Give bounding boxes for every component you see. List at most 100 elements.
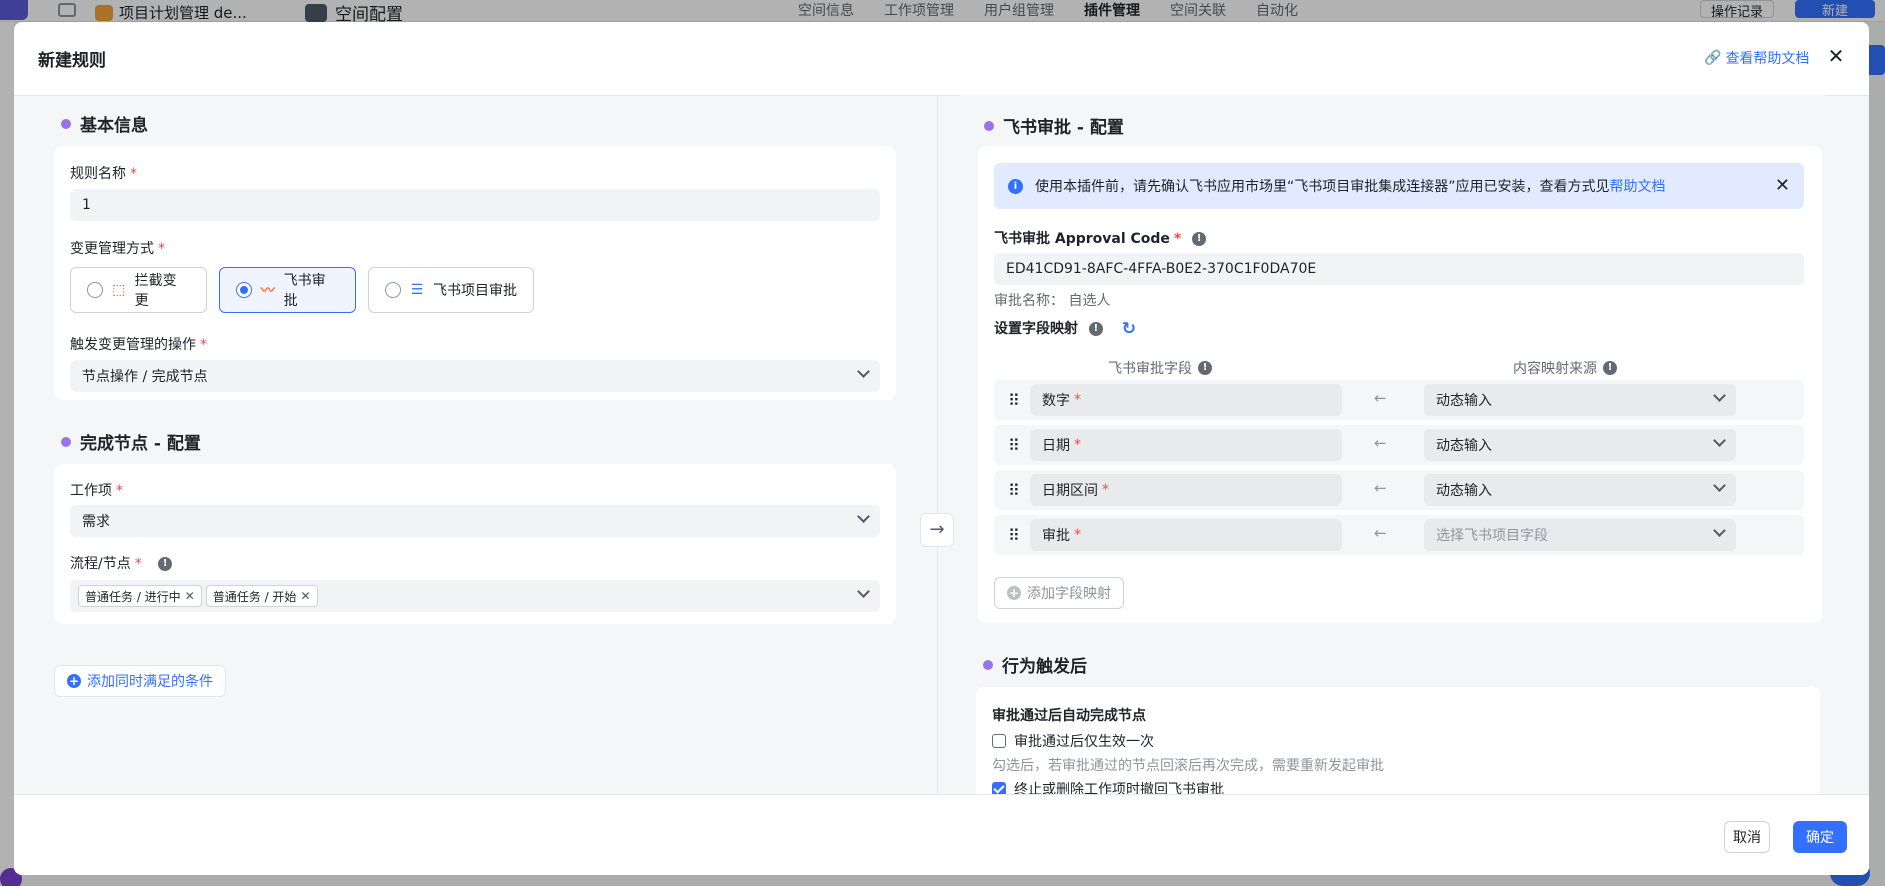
- option-feishu-project-approval[interactable]: ☰ 飞书项目审批: [368, 267, 534, 313]
- approval-code-input[interactable]: ED41CD91-8AFC-4FFA-B0E2-370C1F0DA70E: [994, 253, 1804, 285]
- intercept-icon: ⬚: [112, 282, 126, 298]
- mapping-source-select[interactable]: 选择飞书项目字段: [1424, 519, 1736, 551]
- feishu-approval-config-panel: 飞书审批 - 配置 i 使用本插件前，请先确认飞书应用市场里“飞书项目审批集成连…: [959, 95, 1826, 641]
- arrow-left-icon: ←: [1374, 479, 1387, 497]
- option-intercept-change[interactable]: ⬚ 拦截变更: [70, 267, 207, 313]
- section-after-trigger: 行为触发后: [983, 652, 1087, 677]
- mapping-source-select[interactable]: 动态输入: [1424, 429, 1736, 461]
- section-dot-icon: [61, 436, 71, 447]
- info-icon[interactable]: !: [1603, 361, 1617, 375]
- flow-tag: 普通任务 / 进行中 ✕: [78, 585, 202, 607]
- chevron-down-icon: [1713, 479, 1726, 492]
- basic-info-card: 规则名称* 1 变更管理方式* ⬚ 拦截变更 〰 飞书审批 ☰ 飞书项目审批: [54, 146, 896, 400]
- mapping-row: ⠿ 日期 * ← 动态输入: [994, 425, 1804, 465]
- complete-node-card: 工作项 * 需求 流程/节点 * ! 普通任务 / 进行中 ✕ 普通任务 / 开始 ✕: [54, 464, 896, 624]
- section-title: 飞书审批 - 配置: [1003, 118, 1124, 138]
- cancel-button[interactable]: 取消: [1724, 821, 1770, 853]
- refresh-icon[interactable]: ↻: [1122, 319, 1136, 339]
- arrow-left-icon: ←: [1374, 524, 1387, 542]
- trigger-select[interactable]: 节点操作 / 完成节点: [70, 360, 880, 392]
- help-doc-link-text: 查看帮助文档: [1725, 51, 1810, 67]
- chevron-down-icon: [857, 510, 870, 523]
- section-title: 基本信息: [80, 116, 148, 136]
- remove-tag-icon[interactable]: ✕: [185, 589, 195, 603]
- add-field-mapping-button[interactable]: + 添加字段映射: [994, 577, 1124, 609]
- chevron-down-icon: [1713, 524, 1726, 537]
- notice-text: 使用本插件前，请先确认飞书应用市场里“飞书项目审批集成连接器”应用已安装，查看方…: [1035, 179, 1610, 195]
- change-mode-options: ⬚ 拦截变更 〰 飞书审批 ☰ 飞书项目审批: [70, 267, 880, 313]
- radio-icon: [385, 282, 401, 298]
- section-basic-info: 基本信息: [61, 111, 148, 136]
- column-divider: [937, 96, 938, 794]
- section-title: 行为触发后: [1002, 657, 1087, 677]
- mapping-field: 日期区间 *: [1030, 474, 1342, 506]
- checkbox[interactable]: [992, 734, 1006, 748]
- chevron-down-icon: [1713, 434, 1726, 447]
- modal-title: 新建规则: [38, 51, 106, 71]
- info-icon[interactable]: !: [1192, 232, 1207, 246]
- mapping-field: 审批 *: [1030, 519, 1342, 551]
- approval-code-label: 飞书审批 Approval Code * !: [994, 228, 1207, 248]
- modal-footer: 取消 确定: [14, 794, 1869, 875]
- modal-header: 新建规则 🔗 查看帮助文档 ✕: [14, 22, 1869, 95]
- link-icon: 🔗: [1704, 50, 1722, 66]
- rule-name-label: 规则名称 *: [70, 166, 137, 182]
- only-once-hint: 勾选后，若审批通过的节点回滚后再次完成，需要重新发起审批: [992, 758, 1384, 774]
- section-feishu-config: 飞书审批 - 配置: [984, 113, 1124, 138]
- flow-node-select[interactable]: 普通任务 / 进行中 ✕ 普通任务 / 开始 ✕: [70, 580, 880, 612]
- chevron-down-icon: [857, 585, 870, 598]
- only-once-option[interactable]: 审批通过后仅生效一次: [992, 731, 1154, 751]
- drag-handle-icon[interactable]: ⠿: [1008, 481, 1020, 500]
- info-icon[interactable]: !: [1088, 322, 1103, 336]
- checkbox-checked[interactable]: [992, 782, 1006, 794]
- rule-name-input[interactable]: 1: [70, 189, 880, 221]
- arrow-left-icon: ←: [1374, 434, 1387, 452]
- section-complete-node: 完成节点 - 配置: [61, 429, 201, 454]
- mapping-row: ⠿ 审批 * ← 选择飞书项目字段: [994, 515, 1804, 555]
- arrow-right-icon: →: [920, 513, 954, 547]
- info-icon[interactable]: !: [1198, 361, 1212, 375]
- flow-tag: 普通任务 / 开始 ✕: [205, 585, 318, 607]
- mapping-row: ⠿ 数字 * ← 动态输入: [994, 380, 1804, 420]
- section-dot-icon: [61, 118, 71, 129]
- mapping-row: ⠿ 日期区间 * ← 动态输入: [994, 470, 1804, 510]
- flow-node-label: 流程/节点 * !: [70, 553, 173, 573]
- drag-handle-icon[interactable]: ⠿: [1008, 391, 1020, 410]
- mapping-field: 数字 *: [1030, 384, 1342, 416]
- feishu-config-card: i 使用本插件前，请先确认飞书应用市场里“飞书项目审批集成连接器”应用已安装，查…: [978, 146, 1822, 623]
- close-icon[interactable]: ✕: [1775, 175, 1790, 196]
- confirm-button[interactable]: 确定: [1793, 821, 1847, 853]
- remove-tag-icon[interactable]: ✕: [300, 589, 310, 603]
- col-feishu-field: 飞书审批字段 !: [1108, 358, 1212, 378]
- mapping-field: 日期 *: [1030, 429, 1342, 461]
- after-trigger-card: 审批通过后自动完成节点 审批通过后仅生效一次 勾选后，若审批通过的节点回滚后再次…: [976, 687, 1820, 794]
- arrow-left-icon: ←: [1374, 389, 1387, 407]
- help-doc-link[interactable]: 🔗 查看帮助文档: [1704, 48, 1809, 68]
- notice-help-link[interactable]: 帮助文档: [1610, 176, 1666, 196]
- change-mode-label: 变更管理方式 *: [70, 241, 165, 257]
- section-dot-icon: [984, 120, 994, 131]
- info-icon[interactable]: !: [158, 557, 173, 571]
- option-feishu-approval[interactable]: 〰 飞书审批: [219, 267, 356, 313]
- chevron-down-icon: [857, 365, 870, 378]
- add-condition-button[interactable]: + 添加同时满足的条件: [54, 665, 226, 697]
- approval-name: 审批名称： 自选人: [994, 293, 1111, 309]
- mapping-source-select[interactable]: 动态输入: [1424, 474, 1736, 506]
- mapping-source-select[interactable]: 动态输入: [1424, 384, 1736, 416]
- drag-handle-icon[interactable]: ⠿: [1008, 526, 1020, 545]
- list-icon: ☰: [410, 282, 424, 298]
- section-dot-icon: [983, 659, 993, 670]
- install-notice: i 使用本插件前，请先确认飞书应用市场里“飞书项目审批集成连接器”应用已安装，查…: [994, 163, 1804, 209]
- close-icon[interactable]: ✕: [1826, 46, 1846, 66]
- col-mapping-source: 内容映射来源 !: [1513, 358, 1617, 378]
- add-circle-icon: +: [67, 674, 81, 688]
- trigger-label: 触发变更管理的操作 *: [70, 337, 207, 353]
- revoke-approval-option[interactable]: 终止或删除工作项时撤回飞书审批: [992, 779, 1224, 794]
- work-item-select[interactable]: 需求: [70, 505, 880, 537]
- field-mapping-label: 设置字段映射 ! ↻: [994, 319, 1136, 339]
- section-title: 完成节点 - 配置: [80, 434, 201, 454]
- add-circle-icon: +: [1007, 586, 1021, 600]
- work-item-label: 工作项 *: [70, 483, 123, 499]
- drag-handle-icon[interactable]: ⠿: [1008, 436, 1020, 455]
- chevron-down-icon: [1713, 389, 1726, 402]
